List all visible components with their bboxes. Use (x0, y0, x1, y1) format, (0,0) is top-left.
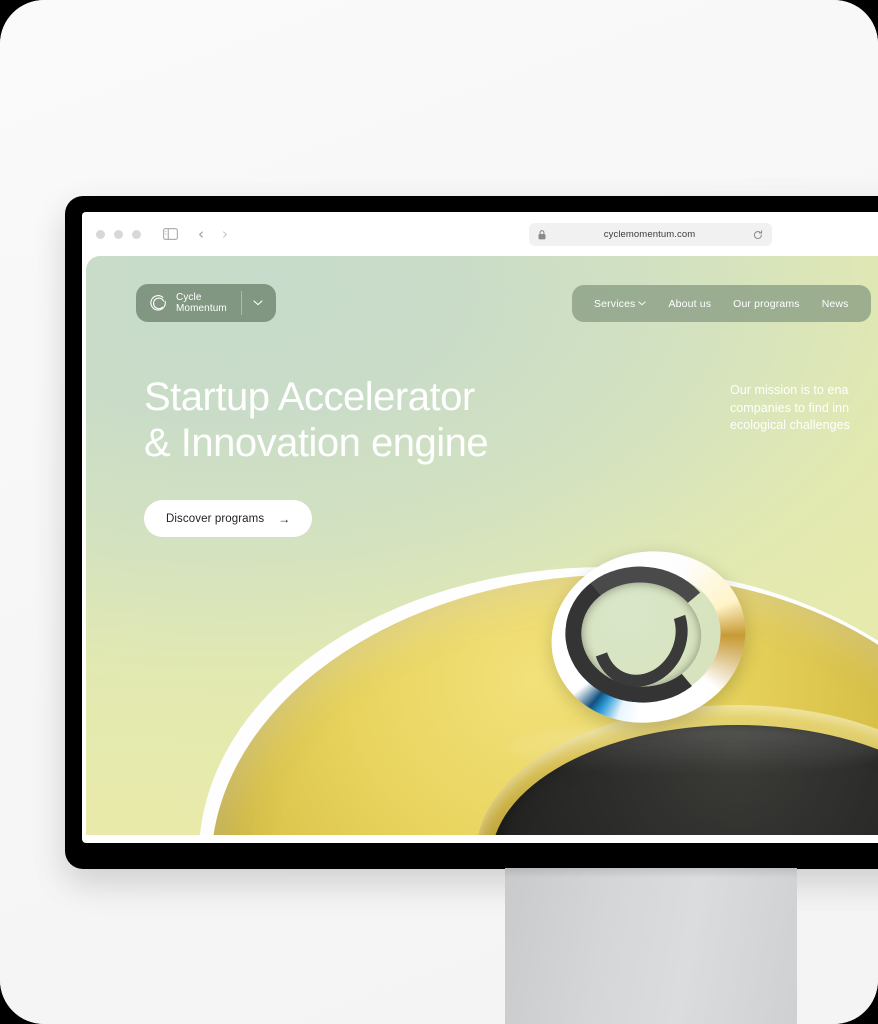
site-header: Cycle Momentum Services About us Our pro… (86, 256, 878, 348)
main-navigation: Services About us Our programs News (572, 285, 871, 322)
sidebar-icon[interactable] (163, 228, 178, 240)
headline-line-1: Startup Accelerator (144, 375, 475, 419)
gold-disc (196, 554, 878, 835)
headline-line-2: & Innovation engine (144, 421, 489, 465)
nav-label-services: Services (594, 297, 636, 310)
logo-wordmark: Cycle Momentum (176, 292, 227, 314)
logo-divider (240, 291, 242, 315)
hero-section: Cycle Momentum Services About us Our pro… (86, 256, 878, 835)
nav-item-our-programs[interactable]: Our programs (733, 298, 800, 310)
chevron-left-icon[interactable]: ‹ (198, 226, 204, 242)
mission-line-3: ecological challenges (730, 418, 850, 432)
mission-line-1: Our mission is to ena (730, 383, 849, 397)
nav-label-about-us: About us (668, 297, 712, 310)
arrow-right-icon: → (278, 511, 291, 526)
logo-line-2: Momentum (176, 303, 227, 314)
logo-button[interactable]: Cycle Momentum (136, 284, 276, 322)
mission-line-2: companies to find inn (730, 400, 850, 415)
chevron-right-icon[interactable]: › (222, 226, 228, 242)
page-title: Startup Accelerator & Innovation engine (144, 374, 489, 466)
nav-label-our-programs: Our programs (733, 297, 800, 310)
close-window-button[interactable] (96, 229, 105, 239)
bowl-rim (476, 705, 878, 835)
cycle-ring-icon (148, 293, 168, 313)
address-bar[interactable]: cyclemomentum.com (529, 223, 772, 246)
nav-label-news: News (821, 297, 849, 310)
minimize-window-button[interactable] (114, 229, 123, 239)
monitor-bezel: ‹ › cyclemomentum.com Cycle Momentum Ser… (65, 196, 878, 869)
disc-iridescent-rim (176, 537, 878, 835)
bowl-interior (491, 725, 878, 835)
monitor-stand-shadow (505, 868, 797, 878)
nav-item-services[interactable]: Services (594, 297, 647, 310)
chevron-down-icon[interactable] (253, 300, 263, 306)
disc-white-band (199, 567, 878, 835)
nav-item-about-us[interactable]: About us (668, 298, 711, 310)
mission-statement: Our mission is to ena companies to find … (730, 382, 878, 435)
floating-cycle-ring-icon (534, 532, 763, 742)
cta-label: Discover programs (166, 512, 265, 525)
lock-icon (538, 229, 546, 240)
chevron-down-icon (638, 299, 647, 308)
monitor-screen: ‹ › cyclemomentum.com Cycle Momentum Ser… (82, 212, 878, 843)
window-traffic-lights[interactable] (96, 229, 141, 239)
zoom-window-button[interactable] (132, 229, 141, 239)
reload-icon[interactable] (753, 229, 763, 240)
browser-toolbar: ‹ › cyclemomentum.com (82, 212, 878, 256)
discover-programs-button[interactable]: Discover programs → (144, 500, 313, 537)
hero-3d-artwork (86, 505, 878, 835)
monitor-stand (505, 868, 797, 1024)
bowl-highlight (506, 723, 878, 773)
nav-item-news[interactable]: News (822, 298, 849, 310)
logo-line-1: Cycle (176, 292, 202, 303)
url-text: cyclemomentum.com (603, 229, 696, 240)
page-card: ‹ › cyclemomentum.com Cycle Momentum Ser… (0, 0, 878, 1024)
